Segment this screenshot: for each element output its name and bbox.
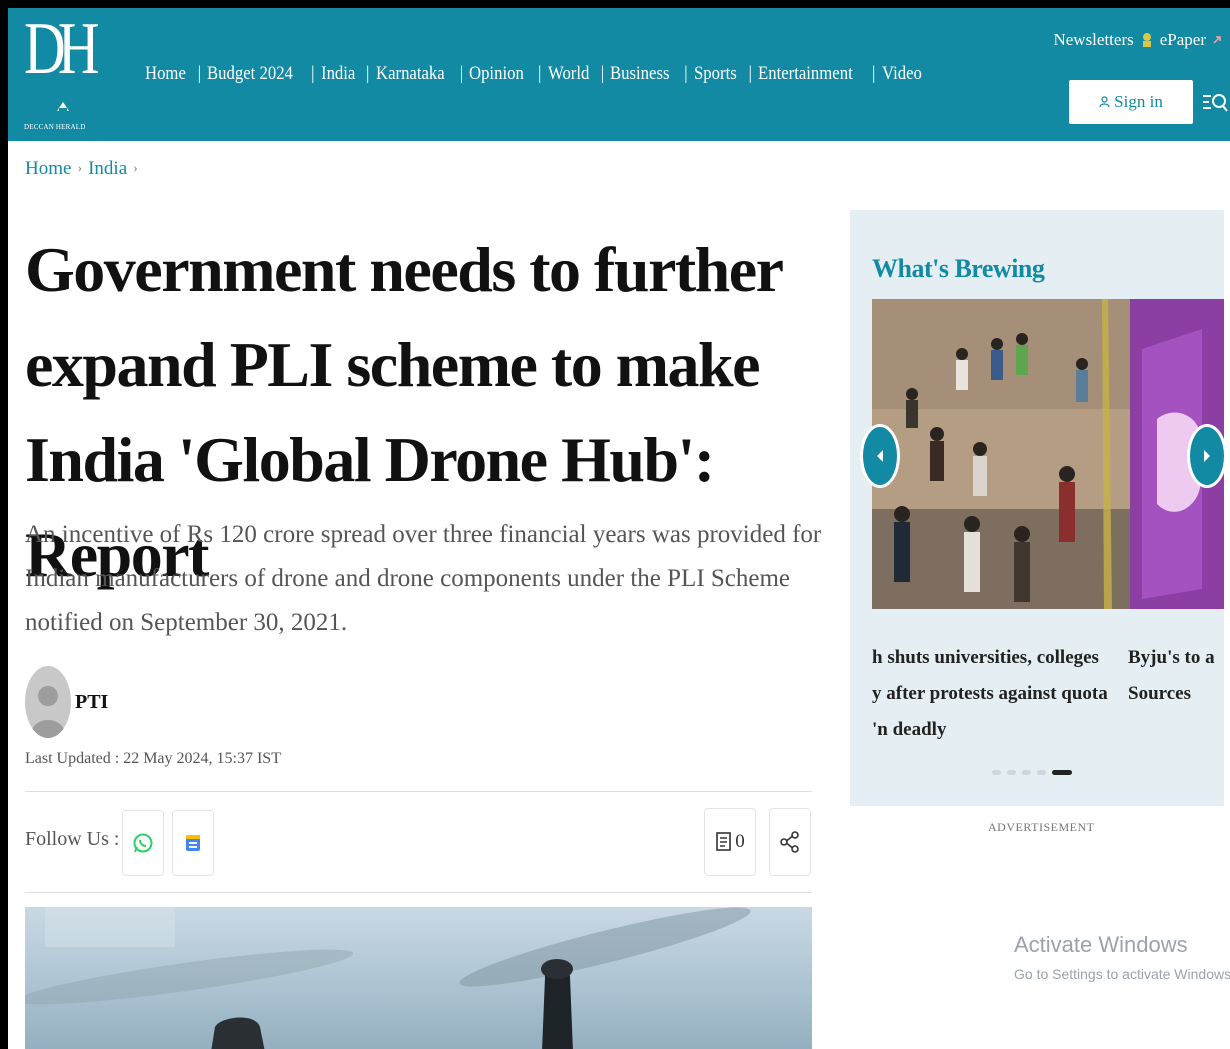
article-hero-image — [25, 907, 812, 1049]
nav-india[interactable]: India — [321, 63, 355, 85]
carousel-next-button[interactable] — [1187, 424, 1227, 488]
sign-in-button[interactable]: Sign in — [1069, 80, 1193, 124]
nav-world[interactable]: World — [548, 63, 589, 85]
site-logo[interactable]: DH DECCAN HERALD — [22, 12, 112, 134]
comments-button[interactable]: 0 — [704, 808, 756, 876]
nav-separator: | — [871, 63, 876, 84]
nav-budget-2024[interactable]: Budget 2024 — [207, 63, 293, 85]
carousel-dots — [992, 770, 1072, 775]
whatsapp-button[interactable] — [122, 810, 164, 876]
caption-line: y after protests against quota — [872, 683, 1108, 704]
caption-line: h shuts universities, colleges — [872, 647, 1099, 668]
caption-line: Sources — [1128, 683, 1191, 704]
carousel-dot[interactable] — [992, 770, 1001, 775]
drone-photo — [25, 907, 751, 1049]
comment-count: 0 — [735, 831, 745, 852]
newsletters-link[interactable]: Newsletters — [1053, 30, 1133, 50]
carousel-dot[interactable] — [1037, 770, 1046, 775]
nav-separator: | — [600, 63, 605, 84]
author-name[interactable]: PTI — [75, 691, 108, 714]
breadcrumb: Home › India › — [25, 158, 138, 180]
divider — [25, 791, 812, 792]
carousel-dot[interactable] — [1007, 770, 1016, 775]
nav-separator: | — [683, 63, 688, 84]
user-icon — [1099, 96, 1110, 108]
author-avatar[interactable] — [25, 666, 71, 738]
divider — [25, 892, 812, 893]
browser-viewport: DH DECCAN HERALD Home | Budget 2024 | Indi… — [8, 8, 1230, 1049]
article-summary: An incentive of Rs 120 crore spread over… — [25, 521, 822, 636]
caption-line: 'n deadly — [872, 719, 947, 740]
comment-list-icon — [716, 832, 732, 851]
chevron-right-icon — [1204, 450, 1210, 462]
protest-photo — [872, 299, 1224, 609]
nav-video[interactable]: Video — [882, 63, 922, 85]
breadcrumb-chevron-icon: › — [133, 161, 138, 176]
avatar-placeholder-icon — [30, 686, 66, 738]
share-icon — [780, 831, 799, 853]
carousel-caption-2[interactable]: Byju's to a Sources — [1128, 640, 1215, 712]
follow-us-label: Follow Us : — [25, 828, 120, 850]
nav-separator: | — [459, 63, 464, 84]
google-news-button[interactable] — [172, 810, 214, 876]
menu-search-icon[interactable] — [1202, 88, 1228, 116]
logo-subtitle: DECCAN HERALD — [24, 123, 86, 131]
caption-line: Byju's to a — [1128, 647, 1215, 668]
external-link-icon — [1213, 36, 1221, 44]
carousel-dot[interactable] — [1022, 770, 1031, 775]
whats-brewing-title: What's Brewing — [872, 254, 1045, 283]
breadcrumb-home[interactable]: Home — [25, 158, 71, 180]
carousel-caption-1[interactable]: h shuts universities, colleges y after p… — [872, 640, 1108, 748]
windows-activation-watermark: Activate Windows Go to Settings to activ… — [1014, 932, 1230, 982]
sign-in-label: Sign in — [1114, 92, 1163, 111]
share-button[interactable] — [769, 808, 811, 876]
nav-business[interactable]: Business — [610, 63, 669, 85]
newsletter-icon — [1142, 33, 1151, 47]
nav-karnataka[interactable]: Karnataka — [376, 63, 445, 85]
nav-separator: | — [197, 63, 202, 84]
epaper-link[interactable]: ePaper — [1160, 30, 1206, 50]
nav-opinion[interactable]: Opinion — [469, 63, 524, 85]
nav-separator: | — [748, 63, 753, 84]
main-nav: Home | Budget 2024 | India | Karnataka | Opi… — [145, 63, 927, 85]
nav-separator: | — [537, 63, 542, 84]
site-header: DH DECCAN HERALD Home | Budget 2024 | Indi… — [8, 8, 1230, 141]
advertisement-label: ADVERTISEMENT — [988, 820, 1095, 834]
whatsapp-icon — [133, 833, 153, 853]
nav-entertainment[interactable]: Entertainment — [758, 63, 853, 85]
nav-home[interactable]: Home — [145, 63, 186, 85]
breadcrumb-chevron-icon: › — [77, 161, 83, 176]
carousel-prev-button[interactable] — [860, 424, 900, 488]
breadcrumb-india[interactable]: India — [88, 158, 127, 180]
carousel-dot-active[interactable] — [1052, 770, 1072, 775]
whats-brewing-panel: What's Brewing h shuts universities, col… — [850, 210, 1227, 806]
nav-separator: | — [310, 63, 315, 84]
nav-separator: | — [365, 63, 370, 84]
carousel-slide-image[interactable] — [872, 299, 1224, 609]
chevron-left-icon — [877, 450, 883, 462]
activate-windows-subtitle: Go to Settings to activate Windows. — [1014, 966, 1230, 982]
logo-text: DH — [24, 8, 100, 90]
logo-emblem-icon — [57, 102, 69, 111]
nav-sports[interactable]: Sports — [694, 63, 737, 85]
last-updated: Last Updated : 22 May 2024, 15:37 IST — [25, 750, 281, 767]
header-utility-links: Newsletters ePaper — [1053, 30, 1222, 50]
activate-windows-title: Activate Windows — [1014, 932, 1188, 957]
google-news-icon — [186, 835, 200, 851]
